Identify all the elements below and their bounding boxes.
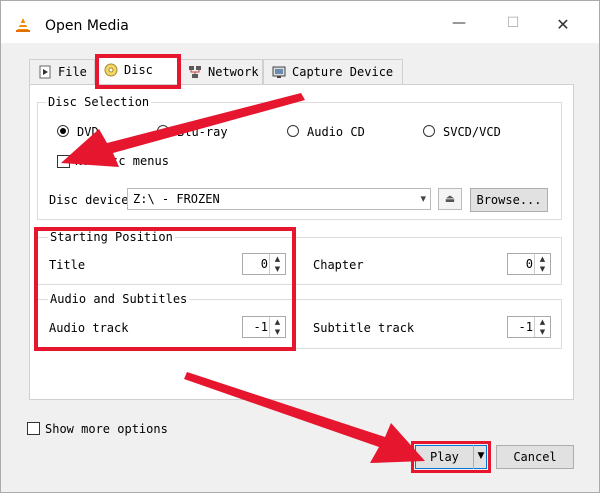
disc-device-dropdown[interactable]: Z:\ - FROZEN ▾ xyxy=(127,188,431,210)
capture-device-icon xyxy=(272,66,286,78)
radio-audio-cd-indicator xyxy=(287,125,299,137)
minimize-button[interactable]: — xyxy=(447,15,471,35)
radio-bluray-label: Blu-ray xyxy=(177,125,228,139)
subtitle-track-spinbox[interactable]: -1 ▲ ▼ xyxy=(507,316,551,338)
eject-button[interactable]: ⏏ xyxy=(438,188,462,210)
disc-device-value: Z:\ - FROZEN xyxy=(133,192,220,206)
title-bar: Open Media — ☐ ✕ xyxy=(1,1,599,43)
tab-network-label: Network xyxy=(208,65,259,79)
network-icon xyxy=(189,66,201,78)
tab-network[interactable]: Network xyxy=(179,59,263,84)
file-play-icon xyxy=(39,65,51,79)
starting-position-highlight xyxy=(34,227,296,351)
tab-capture-device-label: Capture Device xyxy=(292,65,394,79)
radio-svcd-vcd-indicator xyxy=(423,125,435,137)
spin-arrows-icon[interactable]: ▲ ▼ xyxy=(534,254,550,274)
show-more-options-label: Show more options xyxy=(45,422,168,436)
vlc-cone-icon xyxy=(16,18,30,32)
subtitle-track-value: -1 xyxy=(518,320,533,334)
radio-dvd-label: DVD xyxy=(77,125,99,139)
no-disc-menus-checkbox[interactable] xyxy=(57,155,70,168)
maximize-button[interactable]: ☐ xyxy=(501,15,525,35)
cancel-button[interactable]: Cancel xyxy=(496,445,574,469)
window-title: Open Media xyxy=(45,18,129,34)
subtitle-track-label: Subtitle track xyxy=(313,321,415,335)
radio-audio-cd-label: Audio CD xyxy=(307,125,365,139)
tab-capture-device[interactable]: Capture Device xyxy=(263,59,403,84)
close-button[interactable]: ✕ xyxy=(551,15,575,35)
tab-file-label: File xyxy=(58,65,87,79)
radio-dvd-indicator xyxy=(57,125,69,137)
radio-dvd[interactable]: DVD xyxy=(57,124,99,140)
eject-icon: ⏏ xyxy=(444,192,456,205)
radio-bluray-indicator xyxy=(157,125,169,137)
show-more-options-checkbox[interactable] xyxy=(27,422,40,435)
disc-tab-highlight xyxy=(95,54,181,89)
disc-device-label: Disc device xyxy=(49,193,129,207)
chevron-down-icon: ▾ xyxy=(420,192,426,205)
radio-bluray[interactable]: Blu-ray xyxy=(157,124,228,140)
radio-svcd-vcd-label: SVCD/VCD xyxy=(443,125,501,139)
radio-audio-cd[interactable]: Audio CD xyxy=(287,124,365,140)
no-disc-menus-label: No disc menus xyxy=(75,154,169,168)
spin-arrows-icon[interactable]: ▲ ▼ xyxy=(534,317,550,337)
disc-selection-title: Disc Selection xyxy=(46,95,152,109)
chapter-value: 0 xyxy=(525,257,533,271)
chapter-label: Chapter xyxy=(313,258,364,272)
chapter-spinbox[interactable]: 0 ▲ ▼ xyxy=(507,253,551,275)
play-button-highlight xyxy=(411,441,491,473)
open-media-dialog: Open Media — ☐ ✕ File Disc Network Captu… xyxy=(0,0,600,493)
tab-file[interactable]: File xyxy=(29,59,95,84)
radio-svcd-vcd[interactable]: SVCD/VCD xyxy=(423,124,501,140)
browse-button[interactable]: Browse... xyxy=(470,188,548,212)
